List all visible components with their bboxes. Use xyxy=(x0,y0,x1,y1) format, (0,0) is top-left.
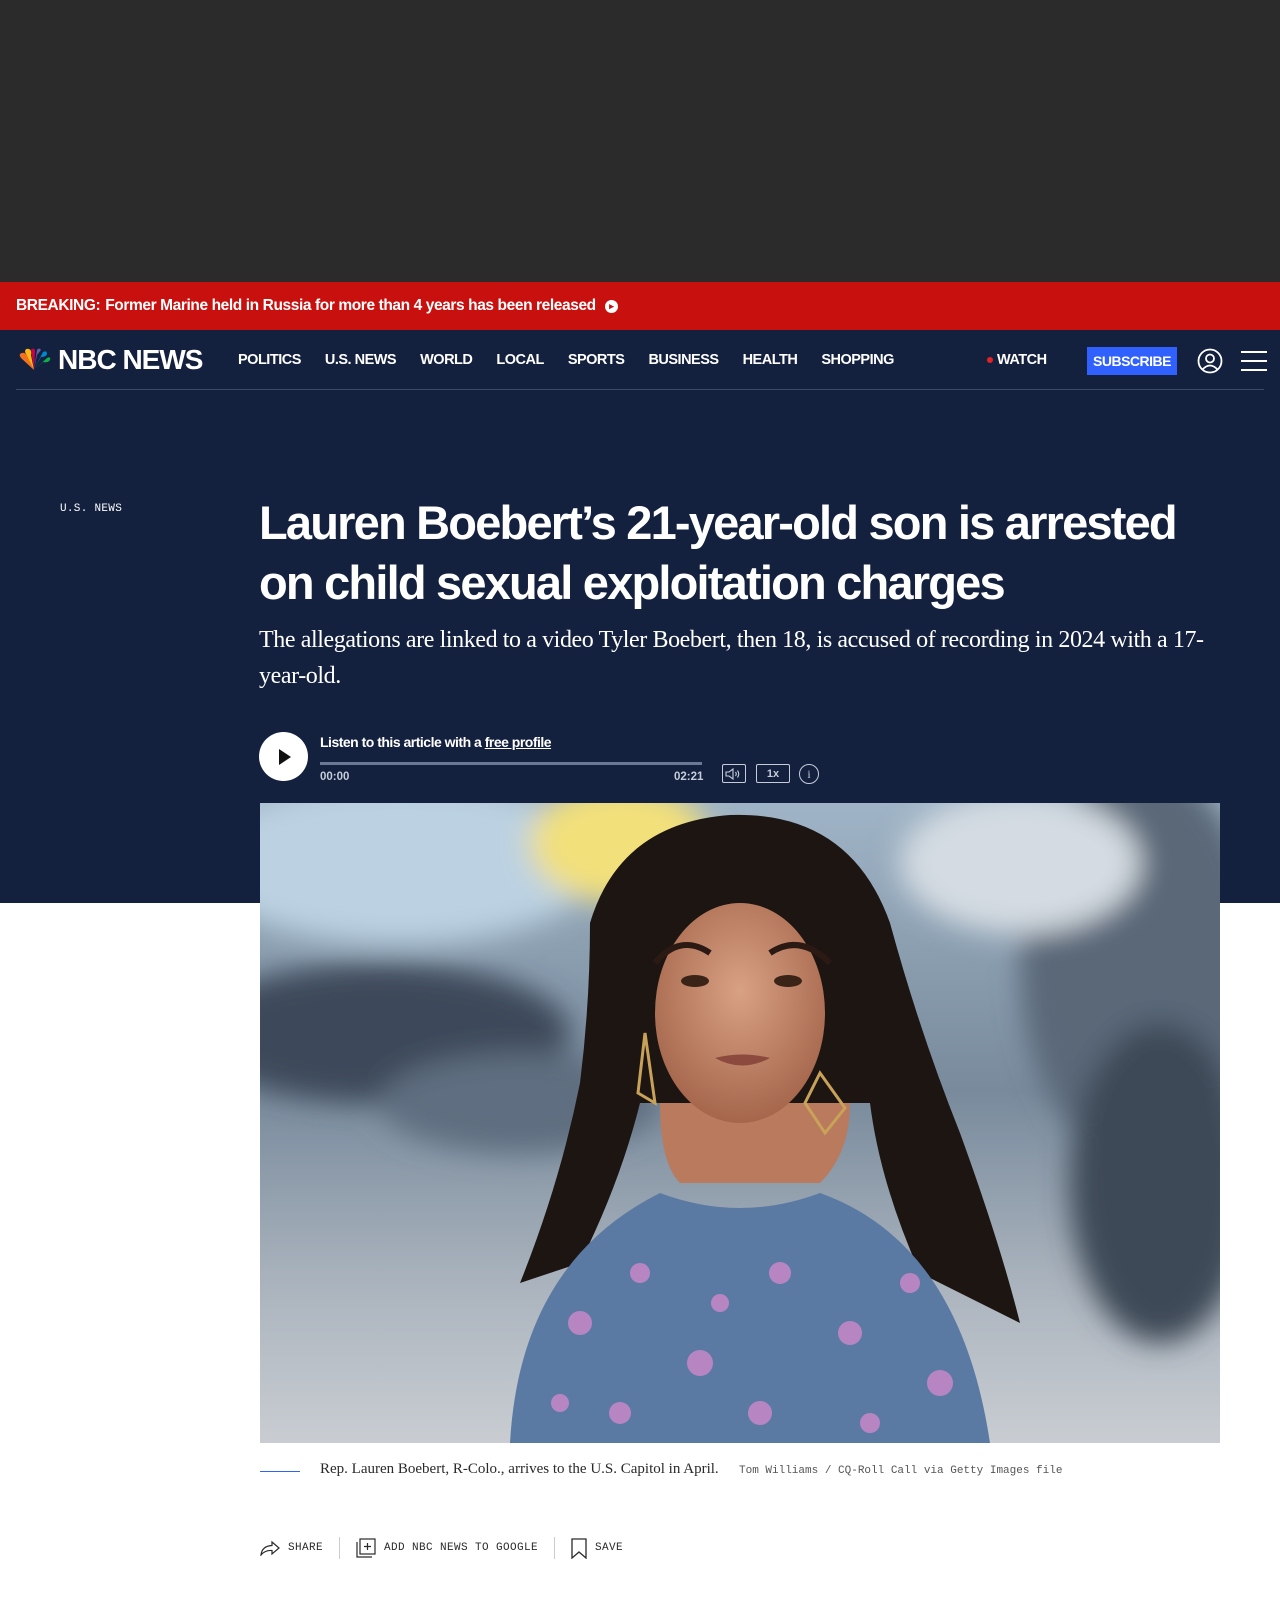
article-actions: SHARE ADD NBC NEWS TO GOOGLE SAVE xyxy=(260,1533,623,1563)
volume-button[interactable] xyxy=(722,764,746,783)
peacock-icon xyxy=(19,348,51,370)
nav-local[interactable]: LOCAL xyxy=(496,352,544,368)
subscribe-button[interactable]: SUBSCRIBE xyxy=(1087,347,1177,375)
action-divider xyxy=(554,1537,556,1559)
nav-sports[interactable]: SPORTS xyxy=(568,352,625,368)
save-button[interactable]: SAVE xyxy=(571,1537,624,1559)
play-icon xyxy=(278,748,291,765)
nav-world[interactable]: WORLD xyxy=(420,352,473,368)
article-category[interactable]: U.S. NEWS xyxy=(60,503,122,515)
photo-credit: Tom Williams / CQ-Roll Call via Getty Im… xyxy=(739,1465,1063,1477)
share-button[interactable]: SHARE xyxy=(260,1540,323,1556)
add-to-google-button[interactable]: ADD NBC NEWS TO GOOGLE xyxy=(356,1538,538,1558)
breaking-text[interactable]: Former Marine held in Russia for more th… xyxy=(105,297,596,315)
duration: 02:21 xyxy=(674,771,704,783)
audio-progress-bar[interactable] xyxy=(320,762,702,765)
current-time: 00:00 xyxy=(320,771,350,783)
save-label: SAVE xyxy=(595,1542,624,1554)
article-hero-photo xyxy=(260,803,1220,1443)
listen-prefix: Listen to this article with a xyxy=(320,734,485,750)
ad-space xyxy=(0,0,1280,282)
action-divider xyxy=(339,1537,341,1559)
caption-rule xyxy=(260,1471,300,1472)
nav-business[interactable]: BUSINESS xyxy=(648,352,719,368)
live-dot-icon xyxy=(987,357,993,363)
play-button[interactable] xyxy=(259,732,308,781)
playback-speed-button[interactable]: 1x xyxy=(756,764,790,783)
speaker-icon xyxy=(725,767,740,780)
arrow-right-icon: ▸ xyxy=(604,299,618,313)
share-icon xyxy=(260,1540,280,1556)
share-label: SHARE xyxy=(288,1542,324,1554)
photo-caption: Rep. Lauren Boebert, R-Colo., arrives to… xyxy=(320,1461,719,1477)
account-icon[interactable] xyxy=(1197,348,1223,374)
breaking-news-banner[interactable]: BREAKING: Former Marine held in Russia f… xyxy=(0,282,1280,330)
bookmark-icon xyxy=(571,1537,587,1559)
breaking-label: BREAKING: xyxy=(16,297,101,314)
header-divider xyxy=(16,389,1264,390)
listen-prompt: Listen to this article with a free profi… xyxy=(320,734,552,750)
add-source-icon xyxy=(356,1538,376,1558)
watch-link[interactable]: WATCH xyxy=(987,352,1047,368)
nbc-news-logo[interactable]: NBC NEWS xyxy=(16,344,203,375)
free-profile-link[interactable]: free profile xyxy=(485,734,552,750)
portrait-illustration xyxy=(260,803,1220,1443)
logo-wordmark: NBC NEWS xyxy=(58,344,203,375)
hamburger-menu-icon[interactable] xyxy=(1241,348,1267,374)
nav-health[interactable]: HEALTH xyxy=(743,352,798,368)
article-headline: Lauren Boebert’s 21-year-old son is arre… xyxy=(259,496,1178,609)
main-nav: POLITICS U.S. NEWS WORLD LOCAL SPORTS BU… xyxy=(238,352,918,368)
nav-shopping[interactable]: SHOPPING xyxy=(821,352,894,368)
info-icon[interactable]: i xyxy=(799,764,819,784)
watch-label: WATCH xyxy=(997,352,1047,368)
nav-politics[interactable]: POLITICS xyxy=(238,352,301,368)
nav-us-news[interactable]: U.S. NEWS xyxy=(325,352,397,368)
add-to-google-label: ADD NBC NEWS TO GOOGLE xyxy=(384,1542,539,1554)
article-dek: The allegations are linked to a video Ty… xyxy=(259,627,1204,689)
